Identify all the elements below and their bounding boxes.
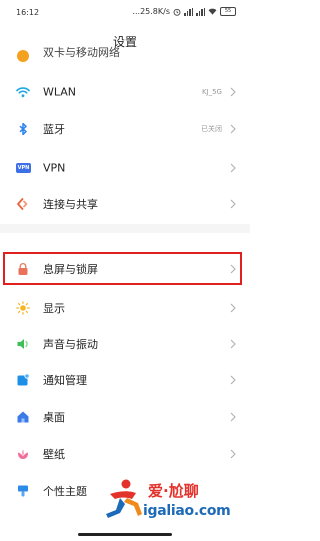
runner-logo-icon (106, 479, 142, 518)
settings-item-label: 声音与振动 (43, 338, 98, 351)
sun-icon (16, 301, 30, 315)
status-time: 16:12 (16, 8, 40, 17)
settings-item-wallpaper[interactable]: 壁纸 (0, 436, 250, 472)
settings-item-label: 壁纸 (43, 448, 65, 461)
settings-item-label: 连接与共享 (43, 198, 98, 211)
settings-item-bluetooth[interactable]: 蓝牙 已关闭 (0, 111, 250, 147)
chevron-right-icon (230, 163, 236, 173)
chevron-right-icon (230, 412, 236, 422)
settings-item-mobile-network[interactable]: 双卡与移动网络 (0, 44, 250, 68)
settings-item-label: 双卡与移动网络 (43, 46, 120, 59)
settings-item-label: 显示 (43, 302, 65, 315)
settings-item-wlan[interactable]: WLAN KJ_5G (0, 74, 250, 110)
wifi-icon (208, 8, 217, 15)
settings-item-connection-sharing[interactable]: 连接与共享 (0, 186, 250, 222)
settings-item-label: 桌面 (43, 411, 65, 424)
settings-item-notifications[interactable]: 通知管理 (0, 362, 250, 398)
alarm-icon (173, 8, 181, 16)
settings-item-desktop[interactable]: 桌面 (0, 399, 250, 435)
connection-share-icon (17, 198, 28, 210)
chevron-right-icon (230, 87, 236, 97)
home-indicator[interactable] (78, 533, 172, 536)
highlight-box (3, 252, 242, 285)
status-icons: ...25.8K/s 55 (132, 7, 236, 16)
settings-item-label: 个性主题 (43, 485, 87, 498)
speaker-icon (17, 339, 28, 349)
watermark-logo: 爱·尬聊 igaliao.com (98, 478, 238, 523)
chevron-right-icon (230, 449, 236, 459)
bluetooth-icon (19, 122, 27, 136)
chevron-right-icon (230, 375, 236, 385)
watermark-url: igaliao.com (143, 503, 231, 519)
section-divider (0, 224, 250, 233)
notification-icon (17, 373, 30, 386)
settings-item-display[interactable]: 显示 (0, 290, 250, 326)
chevron-right-icon (230, 124, 236, 134)
settings-item-vpn[interactable]: VPN VPN (0, 150, 250, 186)
settings-item-label: 蓝牙 (43, 123, 65, 136)
settings-item-sound[interactable]: 声音与振动 (0, 326, 250, 362)
settings-item-label: WLAN (43, 85, 77, 99)
battery-icon: 55 (220, 7, 236, 16)
brush-icon (18, 485, 28, 497)
chevron-right-icon (230, 303, 236, 313)
flower-icon (17, 449, 29, 459)
bluetooth-status: 已关闭 (201, 125, 222, 133)
signal-icon (196, 7, 205, 16)
chevron-right-icon (230, 339, 236, 349)
wifi-icon (16, 87, 30, 98)
status-bar: 16:12 ...25.8K/s 55 (0, 0, 250, 22)
settings-item-label: 通知管理 (43, 374, 87, 387)
wifi-network-name: KJ_5G (201, 88, 222, 96)
settings-item-label: VPN (43, 161, 66, 175)
watermark-title: 爱·尬聊 (148, 482, 199, 500)
vpn-icon: VPN (16, 163, 31, 173)
home-icon (17, 411, 29, 423)
sim-card-icon (17, 50, 29, 62)
network-speed: ...25.8K/s (132, 7, 170, 16)
chevron-right-icon (230, 199, 236, 209)
signal-icon (184, 7, 193, 16)
